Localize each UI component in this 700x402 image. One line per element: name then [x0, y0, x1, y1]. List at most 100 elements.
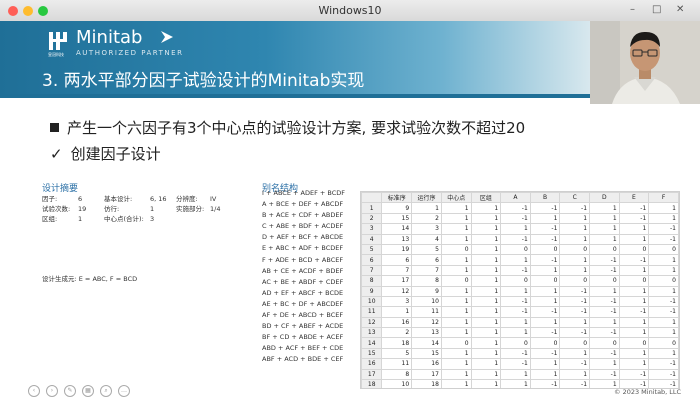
worksheet-cell[interactable]: 0	[618, 243, 650, 256]
worksheet-cell[interactable]: 1	[618, 295, 650, 308]
worksheet-cell[interactable]: 1	[559, 223, 591, 235]
worksheet-cell[interactable]: -1	[559, 327, 591, 339]
worksheet-cell[interactable]: 1	[559, 233, 591, 245]
worksheet-cell[interactable]: 1	[470, 306, 502, 318]
column-header[interactable]: 标准序	[381, 192, 413, 204]
worksheet-cell[interactable]: 1	[529, 285, 561, 297]
worksheet-cell[interactable]: 0	[648, 275, 679, 287]
worksheet-cell[interactable]: 1	[470, 202, 502, 214]
worksheet-cell[interactable]: 0	[559, 243, 591, 256]
worksheet-cell[interactable]: 1	[618, 264, 650, 277]
worksheet-cell[interactable]: 1	[470, 368, 502, 381]
worksheet-cell[interactable]: 12	[411, 316, 442, 329]
worksheet-cell[interactable]: 1	[618, 316, 650, 329]
worksheet-cell[interactable]: 1	[440, 306, 472, 318]
worksheet-cell[interactable]: 1	[648, 202, 679, 214]
row-number[interactable]: 9	[361, 285, 383, 297]
worksheet-cell[interactable]: -1	[529, 347, 561, 360]
worksheet-cell[interactable]: 1	[618, 285, 650, 297]
worksheet-cell[interactable]: 17	[381, 275, 413, 287]
worksheet-cell[interactable]: -1	[500, 358, 531, 370]
worksheet-cell[interactable]: 1	[559, 264, 591, 277]
close-button[interactable]: ✕	[676, 4, 684, 15]
row-number[interactable]: 6	[361, 254, 383, 266]
worksheet-cell[interactable]: 1	[529, 295, 561, 308]
worksheet-cell[interactable]: 1	[529, 358, 561, 370]
worksheet-cell[interactable]: -1	[500, 233, 531, 245]
column-header[interactable]: 中心点	[440, 192, 472, 204]
worksheet-cell[interactable]: 6	[381, 254, 413, 266]
worksheet-cell[interactable]: 1	[470, 337, 502, 349]
worksheet-cell[interactable]: 1	[440, 347, 472, 360]
worksheet-cell[interactable]: -1	[589, 254, 620, 266]
worksheet-cell[interactable]: 0	[440, 275, 472, 287]
worksheet-cell[interactable]: -1	[589, 306, 620, 318]
worksheet-cell[interactable]: -1	[529, 223, 561, 235]
worksheet-cell[interactable]: -1	[559, 285, 591, 297]
worksheet-cell[interactable]: 1	[529, 212, 561, 225]
worksheet-cell[interactable]: -1	[559, 306, 591, 318]
worksheet-cell[interactable]: -1	[529, 379, 561, 388]
worksheet-cell[interactable]: -1	[589, 264, 620, 277]
worksheet-cell[interactable]: 1	[648, 347, 679, 360]
worksheet-cell[interactable]: 1	[648, 285, 679, 297]
worksheet-cell[interactable]: 1	[440, 254, 472, 266]
worksheet-cell[interactable]: 10	[411, 295, 442, 308]
minimize-button[interactable]: –	[630, 4, 635, 15]
column-header[interactable]: 运行序	[411, 192, 442, 204]
slides-grid-icon[interactable]: ▦	[82, 385, 94, 397]
worksheet-cell[interactable]: 1	[500, 368, 531, 381]
worksheet-cell[interactable]: 15	[411, 347, 442, 360]
worksheet-cell[interactable]: 1	[559, 212, 591, 225]
worksheet-cell[interactable]: 1	[648, 327, 679, 339]
worksheet-cell[interactable]: 1	[440, 379, 472, 388]
worksheet-cell[interactable]: 1	[440, 264, 472, 277]
worksheet-cell[interactable]: 13	[411, 327, 442, 339]
row-number[interactable]: 8	[361, 275, 383, 287]
worksheet-cell[interactable]: 1	[470, 347, 502, 360]
worksheet-cell[interactable]: -1	[648, 306, 679, 318]
worksheet-cell[interactable]: 0	[648, 243, 679, 256]
worksheet-cell[interactable]: 1	[648, 264, 679, 277]
column-header[interactable]	[361, 192, 383, 204]
worksheet-cell[interactable]: 1	[559, 347, 591, 360]
worksheet-cell[interactable]: -1	[559, 358, 591, 370]
worksheet-cell[interactable]: 1	[470, 295, 502, 308]
row-number[interactable]: 5	[361, 243, 383, 256]
worksheet-cell[interactable]: -1	[648, 233, 679, 245]
worksheet-cell[interactable]: 1	[648, 316, 679, 329]
row-number[interactable]: 10	[361, 295, 383, 308]
worksheet-cell[interactable]: -1	[648, 358, 679, 370]
row-number[interactable]: 16	[361, 358, 383, 370]
worksheet-cell[interactable]: 1	[470, 264, 502, 277]
pen-icon[interactable]: ✎	[64, 385, 76, 397]
worksheet-cell[interactable]: -1	[529, 202, 561, 214]
worksheet-cell[interactable]: 1	[470, 233, 502, 245]
prev-slide-icon[interactable]: ‹	[28, 385, 40, 397]
worksheet-cell[interactable]: 16	[381, 316, 413, 329]
worksheet-cell[interactable]: 0	[529, 275, 561, 287]
worksheet-cell[interactable]: 1	[500, 316, 531, 329]
worksheet-cell[interactable]: 1	[440, 233, 472, 245]
worksheet-cell[interactable]: 0	[500, 337, 531, 349]
worksheet-cell[interactable]: 0	[440, 243, 472, 256]
worksheet-cell[interactable]: 1	[470, 316, 502, 329]
worksheet-cell[interactable]: -1	[648, 295, 679, 308]
worksheet-cell[interactable]: 9	[411, 285, 442, 297]
worksheet-cell[interactable]: 16	[411, 358, 442, 370]
worksheet-cell[interactable]: 0	[589, 243, 620, 256]
worksheet-cell[interactable]: 1	[529, 368, 561, 381]
worksheet-cell[interactable]: 1	[500, 254, 531, 266]
worksheet-cell[interactable]: 1	[529, 264, 561, 277]
worksheet-cell[interactable]: 1	[500, 327, 531, 339]
worksheet-cell[interactable]: 1	[470, 358, 502, 370]
worksheet-cell[interactable]: 12	[381, 285, 413, 297]
worksheet-cell[interactable]: 0	[618, 275, 650, 287]
worksheet-cell[interactable]: 1	[440, 285, 472, 297]
worksheet-cell[interactable]: -1	[500, 295, 531, 308]
worksheet-cell[interactable]: 1	[618, 347, 650, 360]
worksheet-cell[interactable]: 2	[381, 327, 413, 339]
worksheet-cell[interactable]: 0	[618, 337, 650, 349]
worksheet-cell[interactable]: -1	[589, 327, 620, 339]
worksheet-cell[interactable]: 11	[411, 306, 442, 318]
